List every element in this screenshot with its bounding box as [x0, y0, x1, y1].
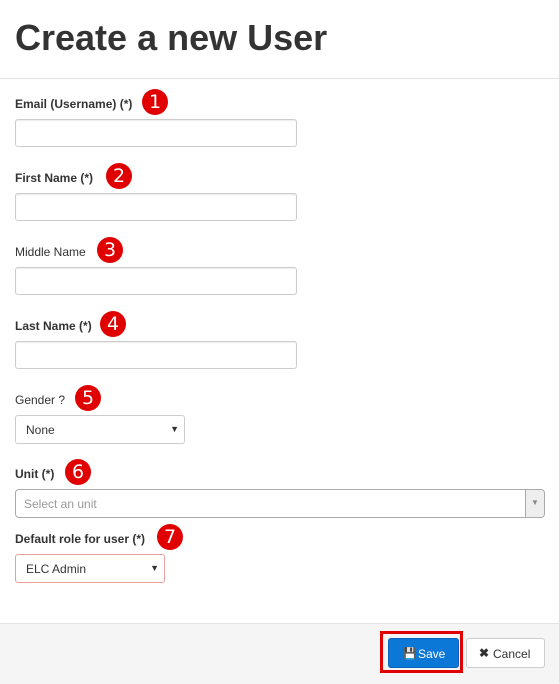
- gender-selected-value: None: [26, 423, 55, 437]
- step-badge-3: 3: [97, 237, 123, 263]
- role-selected-value: ELC Admin: [26, 562, 87, 576]
- caret-down-icon: ▼: [531, 498, 539, 507]
- middle-name-field[interactable]: [15, 267, 297, 295]
- create-user-dialog: Create a new User Email (Username) (*) 1…: [0, 0, 560, 684]
- role-select[interactable]: ELC Admin ▼: [15, 554, 165, 583]
- email-field[interactable]: [15, 119, 297, 147]
- dialog-header: Create a new User: [0, 0, 559, 79]
- unit-select[interactable]: Select an unit ▼: [15, 489, 545, 518]
- step-badge-4: 4: [100, 311, 126, 337]
- role-label: Default role for user (*): [15, 532, 146, 546]
- email-label: Email (Username) (*): [15, 97, 133, 111]
- first-name-field[interactable]: [15, 193, 297, 221]
- caret-down-icon: ▼: [170, 424, 179, 434]
- unit-placeholder: Select an unit: [24, 497, 97, 511]
- gender-select[interactable]: None ▼: [15, 415, 185, 444]
- step-badge-2: 2: [106, 163, 132, 189]
- cancel-button-label: Cancel: [493, 647, 531, 661]
- step-badge-6: 6: [65, 459, 91, 485]
- step-badge-1: 1: [142, 89, 168, 115]
- last-name-label: Last Name (*): [15, 319, 92, 333]
- last-name-field[interactable]: [15, 341, 297, 369]
- unit-dropdown-arrow[interactable]: ▼: [525, 490, 544, 517]
- caret-down-icon: ▼: [150, 563, 159, 573]
- step-badge-5: 5: [75, 385, 101, 411]
- step-badge-7: 7: [157, 524, 183, 550]
- save-button[interactable]: 💾 Save: [388, 638, 459, 668]
- floppy-disk-icon: 💾: [403, 648, 417, 660]
- first-name-label: First Name (*): [15, 171, 94, 185]
- gender-label: Gender ?: [15, 393, 66, 407]
- close-x-icon: ✖: [479, 646, 490, 660]
- middle-name-label: Middle Name: [15, 245, 86, 259]
- page-title: Create a new User: [15, 17, 328, 58]
- save-button-label: Save: [418, 647, 446, 661]
- unit-label: Unit (*): [15, 467, 55, 481]
- cancel-button[interactable]: ✖ Cancel: [466, 638, 545, 668]
